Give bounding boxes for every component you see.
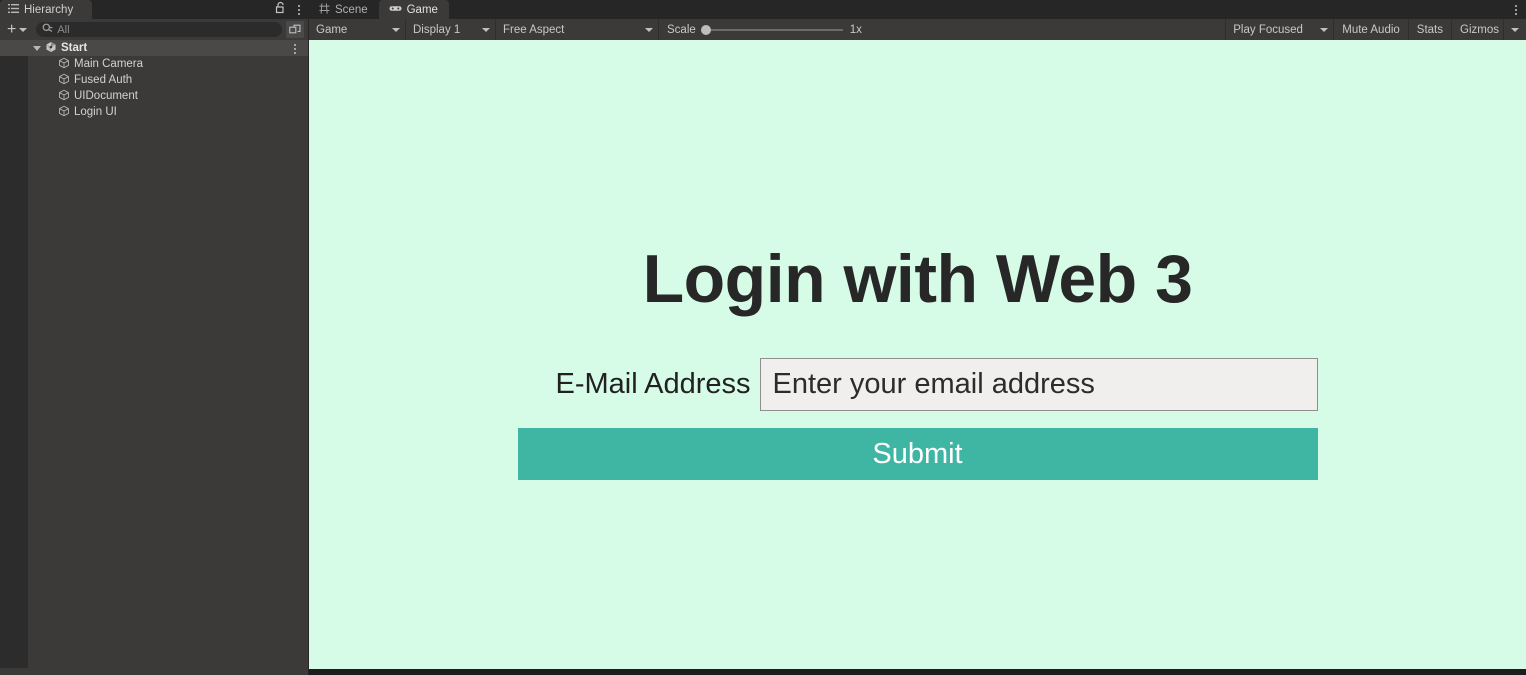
hierarchy-row-label: Fused Auth [74, 74, 133, 86]
tab-game[interactable]: Game [378, 0, 449, 19]
chevron-down-icon [392, 27, 400, 32]
hierarchy-tab-actions [275, 0, 304, 19]
login-form: E-Mail Address Enter your email address … [517, 358, 1318, 480]
gizmos-label: Gizmos [1460, 23, 1499, 36]
game-menu-icon[interactable] [1511, 3, 1521, 16]
stats-button[interactable]: Stats [1409, 19, 1451, 40]
create-gameobject-button[interactable]: + [4, 21, 30, 38]
submit-button[interactable]: Submit [517, 428, 1318, 480]
game-toolbar-right: Play Focused Mute Audio Stats Gizmos [1225, 19, 1526, 40]
gameobject-cube-icon [58, 105, 70, 120]
unity-scene-icon [45, 41, 57, 56]
play-mode-dropdown[interactable]: Play Focused [1226, 19, 1333, 40]
game-view-type-value: Game [316, 23, 348, 36]
hierarchy-row-label: Main Camera [74, 58, 144, 70]
page-title: Login with Web 3 [642, 241, 1193, 317]
hierarchy-row-label: Login UI [74, 106, 117, 118]
search-icon [42, 21, 53, 39]
tab-scene-label: Scene [335, 3, 368, 16]
hierarchy-row-fused-auth[interactable]: Fused Auth [0, 72, 308, 88]
game-bottom-bar [309, 669, 1526, 675]
login-screen: Login with Web 3 E-Mail Address Enter yo… [309, 40, 1526, 669]
lock-open-icon[interactable] [275, 1, 286, 19]
hierarchy-bottom-bar [0, 668, 308, 675]
hierarchy-toolbar: + All [0, 19, 308, 40]
scale-label: Scale [667, 23, 696, 36]
game-toolbar: Game Display 1 Free Aspect Scale 1x Play… [309, 19, 1526, 40]
chevron-down-icon [1320, 27, 1329, 32]
tab-game-label: Game [406, 3, 438, 16]
hierarchy-search-input[interactable]: All [36, 22, 282, 37]
game-render-view[interactable]: Login with Web 3 E-Mail Address Enter yo… [309, 40, 1526, 669]
hierarchy-tab-strip: Hierarchy [0, 0, 308, 19]
email-field-label: E-Mail Address [555, 368, 751, 400]
hierarchy-search-placeholder: All [57, 23, 70, 36]
aspect-ratio-dropdown[interactable]: Free Aspect [496, 19, 658, 40]
tab-scene[interactable]: Scene [309, 0, 379, 19]
game-tab-actions [1511, 0, 1521, 19]
game-view-type-dropdown[interactable]: Game [309, 19, 405, 40]
hierarchy-row-scene-start[interactable]: Start [0, 40, 308, 56]
hierarchy-row-main-camera[interactable]: Main Camera [0, 56, 308, 72]
aspect-ratio-value: Free Aspect [503, 23, 565, 36]
unity-editor-window: Hierarchy + All Start Main Camera Fused … [0, 0, 1526, 675]
stats-label: Stats [1416, 23, 1444, 36]
chevron-down-icon [1511, 27, 1519, 32]
hierarchy-tree: Start Main Camera Fused Auth UIDocument … [0, 40, 308, 668]
scene-grid-icon [319, 2, 330, 17]
plus-icon: + [7, 20, 17, 38]
scale-slider[interactable] [700, 24, 843, 35]
gizmos-dropdown-button[interactable] [1504, 19, 1526, 40]
hierarchy-row-label: UIDocument [74, 90, 138, 102]
scale-slider-knob[interactable] [700, 24, 711, 35]
gizmos-button[interactable]: Gizmos [1452, 19, 1503, 40]
selection-window-icon[interactable] [286, 21, 304, 38]
hierarchy-list-icon [8, 1, 19, 19]
gameobject-cube-icon [58, 73, 70, 88]
hierarchy-row-login-ui[interactable]: Login UI [0, 104, 308, 120]
hierarchy-menu-icon[interactable] [294, 3, 304, 16]
hierarchy-indent-gutter [0, 40, 28, 668]
mute-audio-label: Mute Audio [1342, 23, 1400, 36]
mute-audio-button[interactable]: Mute Audio [1334, 19, 1408, 40]
game-tab-strip: Scene Game [309, 0, 1526, 19]
hierarchy-panel: Hierarchy + All Start Main Camera Fused … [0, 0, 308, 675]
chevron-down-icon[interactable] [33, 45, 41, 51]
gameobject-cube-icon [58, 89, 70, 104]
display-value: Display 1 [413, 23, 461, 36]
hierarchy-row-uidocument[interactable]: UIDocument [0, 88, 308, 104]
email-input[interactable]: Enter your email address [759, 358, 1318, 411]
chevron-down-icon [482, 27, 490, 32]
gameobject-cube-icon [58, 57, 70, 72]
chevron-down-icon [19, 27, 28, 32]
scale-slider-group[interactable]: Scale 1x [659, 19, 870, 40]
hierarchy-row-label: Start [61, 42, 88, 54]
game-panel: Scene Game Game Display 1 Free Aspect Sc… [309, 0, 1526, 675]
email-field-row: E-Mail Address Enter your email address [518, 358, 1318, 411]
scale-value: 1x [849, 23, 862, 36]
play-mode-value: Play Focused [1233, 23, 1303, 36]
tab-hierarchy-label: Hierarchy [24, 3, 74, 16]
hierarchy-row-menu-icon[interactable] [290, 42, 300, 55]
chevron-down-icon [645, 27, 653, 32]
tab-hierarchy[interactable]: Hierarchy [0, 0, 92, 19]
display-dropdown[interactable]: Display 1 [406, 19, 495, 40]
gamepad-icon [389, 3, 402, 17]
